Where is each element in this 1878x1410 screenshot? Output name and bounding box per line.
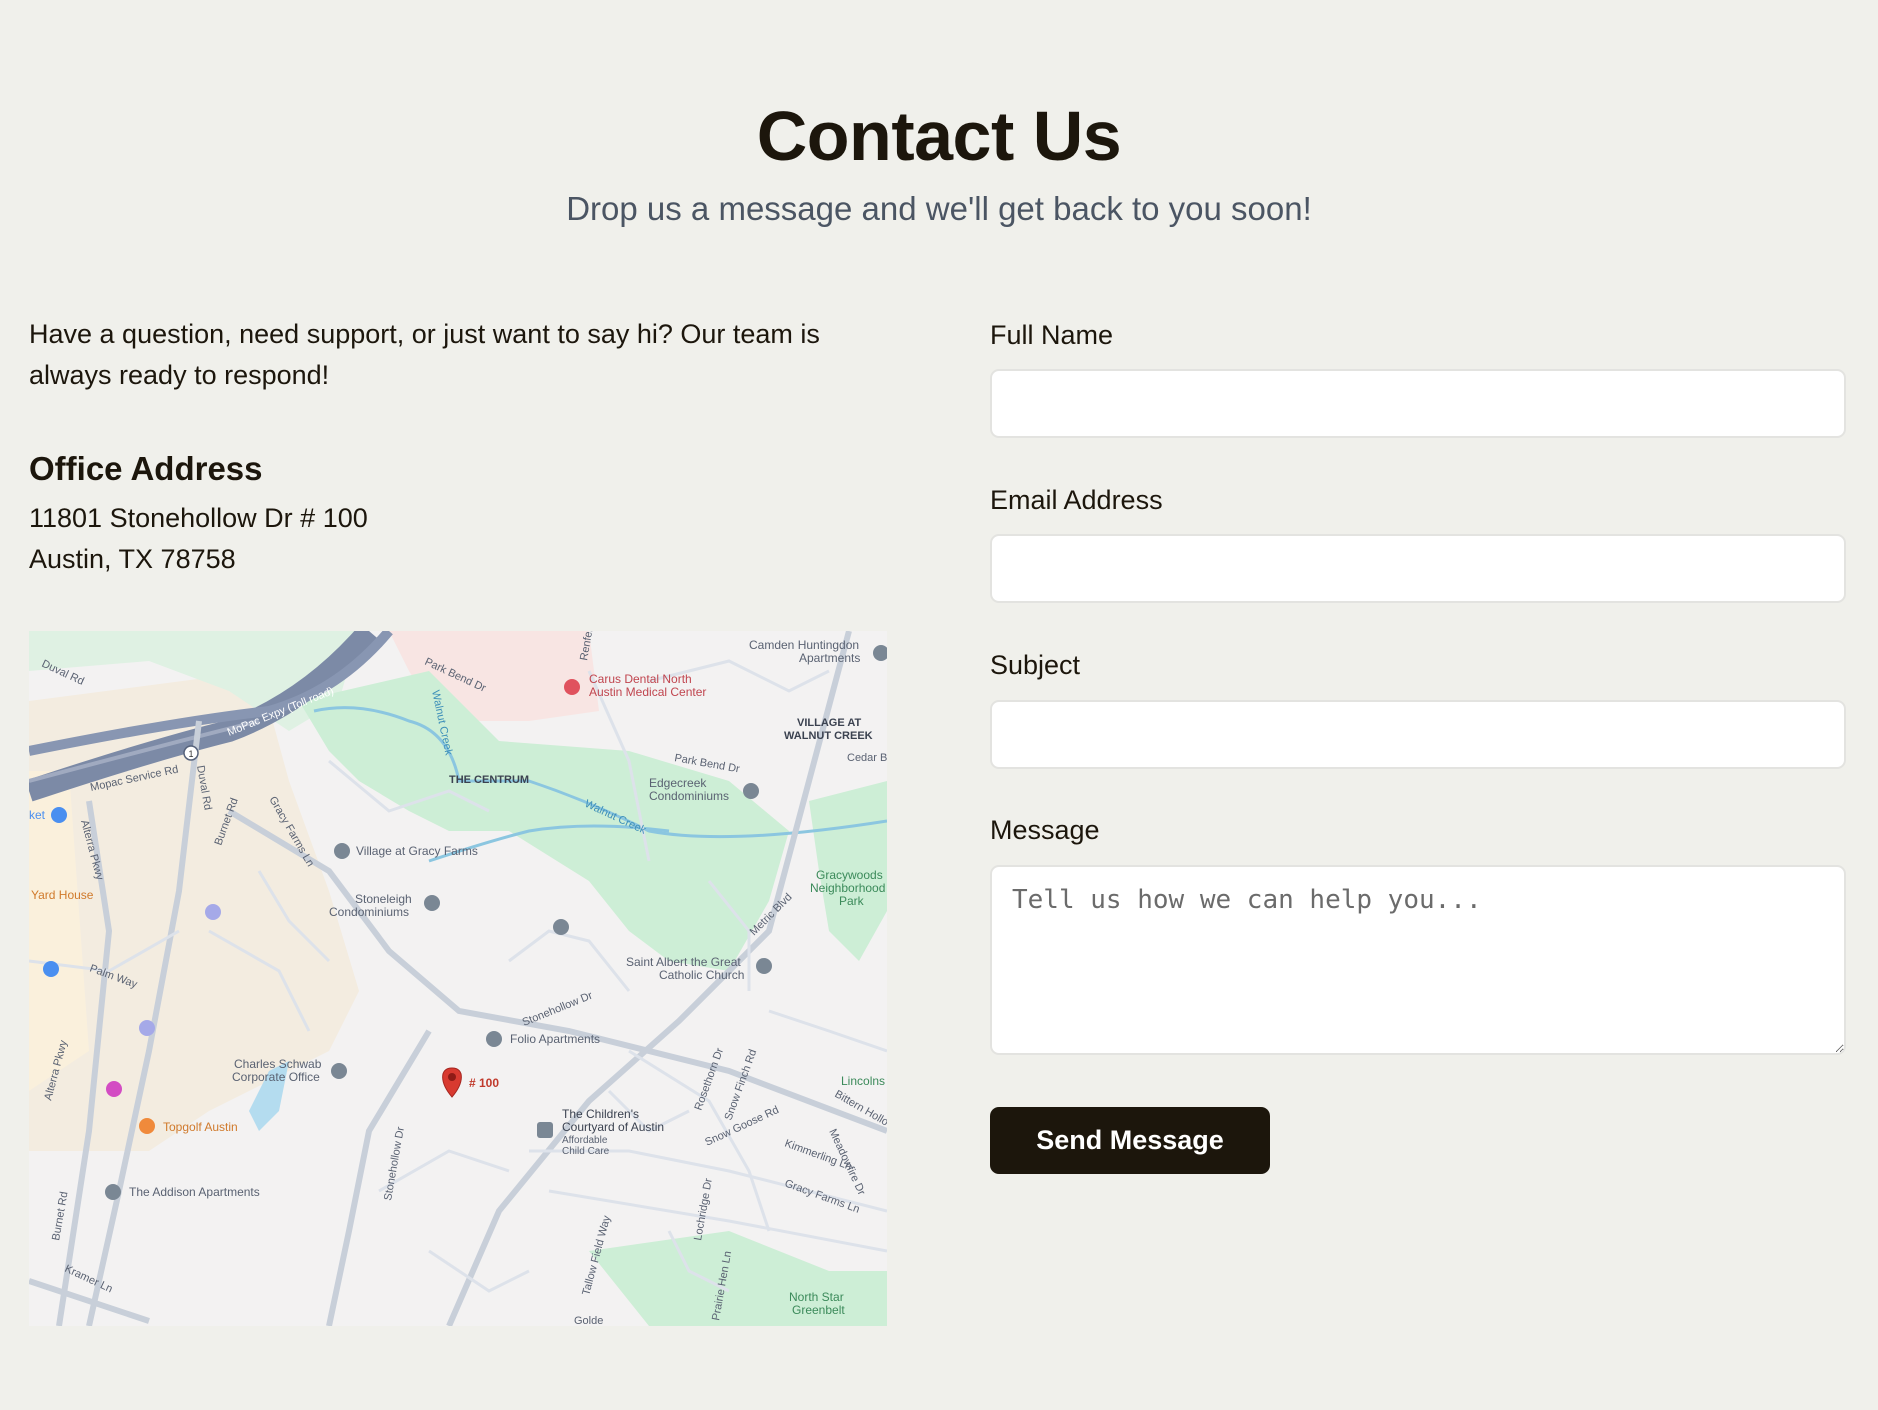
message-textarea[interactable] <box>990 865 1846 1055</box>
poi-label: Condominiums <box>649 789 729 803</box>
apartment-icon <box>486 1031 502 1047</box>
map-canvas[interactable]: 1 Duval Rd MoPac Expy (Toll road) Mopac … <box>29 631 887 1326</box>
poi-label: Corporate Office <box>232 1070 320 1084</box>
office-map[interactable]: 1 Duval Rd MoPac Expy (Toll road) Mopac … <box>29 631 887 1326</box>
address-line-2: Austin, TX 78758 <box>29 544 236 574</box>
poi-label: Child Care <box>562 1146 610 1157</box>
office-address-heading: Office Address <box>29 450 263 487</box>
poi-label: Park <box>839 894 865 908</box>
neighborhood-label: WALNUT CREEK <box>784 730 873 742</box>
poi-label: Greenbelt <box>792 1303 845 1317</box>
shopping-cart-icon <box>51 807 67 823</box>
page-title: Contact Us <box>756 97 1122 175</box>
full-name-input[interactable] <box>990 369 1846 438</box>
intro-text: Have a question, need support, or just w… <box>29 319 820 390</box>
church-icon <box>756 958 772 974</box>
neighborhood-label: THE CENTRUM <box>449 774 529 786</box>
medical-icon <box>564 679 580 695</box>
poi-label: Topgolf Austin <box>163 1120 238 1134</box>
education-icon <box>553 919 569 935</box>
email-input[interactable] <box>990 534 1846 603</box>
highway-shield-number: 1 <box>188 749 193 759</box>
poi-label: Affordable <box>562 1135 608 1146</box>
shopping-icon <box>106 1081 122 1097</box>
poi-label: Carus Dental North <box>589 672 692 686</box>
poi-label: Neighborhood <box>810 881 885 895</box>
poi-label: Saint Albert the Great <box>626 955 741 969</box>
poi-label: Courtyard of Austin <box>562 1120 664 1134</box>
poi-label: Lincolns <box>841 1074 885 1088</box>
poi-label: North Star <box>789 1290 844 1304</box>
poi-label: Apartments <box>799 651 860 665</box>
poi-label: Village at Gracy Farms <box>356 844 478 858</box>
email-label: Email Address <box>990 485 1163 515</box>
subject-input[interactable] <box>990 700 1846 769</box>
poi-label: Folio Apartments <box>510 1032 600 1046</box>
send-message-button[interactable]: Send Message <box>990 1107 1270 1174</box>
poi-label: Yard House <box>31 888 94 902</box>
poi-label: Charles Schwab <box>234 1057 322 1071</box>
apartment-icon <box>105 1184 121 1200</box>
poi-label: Austin Medical Center <box>589 685 706 699</box>
poi-label: The Addison Apartments <box>129 1185 260 1199</box>
road-label: Golde <box>574 1315 603 1326</box>
full-name-label: Full Name <box>990 320 1114 350</box>
poi-label: ket <box>29 808 46 822</box>
shopping-bag-icon <box>43 961 59 977</box>
poi-label: The Children's <box>562 1107 639 1121</box>
childcare-icon <box>537 1122 553 1138</box>
apartment-icon <box>743 783 759 799</box>
road-label: Cedar Be <box>847 752 887 764</box>
poi-label: Camden Huntingdon <box>749 638 859 652</box>
poi-label: Edgecreek <box>649 776 707 790</box>
parking-icon <box>205 904 221 920</box>
subject-label: Subject <box>990 650 1081 680</box>
pin-label: # 100 <box>469 1076 499 1090</box>
office-icon <box>331 1063 347 1079</box>
address-line-1: 11801 Stonehollow Dr # 100 <box>29 503 368 533</box>
poi-label: Gracywoods <box>816 868 883 882</box>
poi-label: Stoneleigh <box>355 892 412 906</box>
apartment-icon <box>424 895 440 911</box>
poi-label: Catholic Church <box>659 968 744 982</box>
page-subtitle: Drop us a message and we'll get back to … <box>566 190 1312 227</box>
message-label: Message <box>990 815 1100 845</box>
poi-label: Condominiums <box>329 905 409 919</box>
neighborhood-label: VILLAGE AT <box>797 717 861 729</box>
apartment-icon <box>334 843 350 859</box>
restaurant-icon <box>139 1118 155 1134</box>
parking-icon <box>139 1020 155 1036</box>
